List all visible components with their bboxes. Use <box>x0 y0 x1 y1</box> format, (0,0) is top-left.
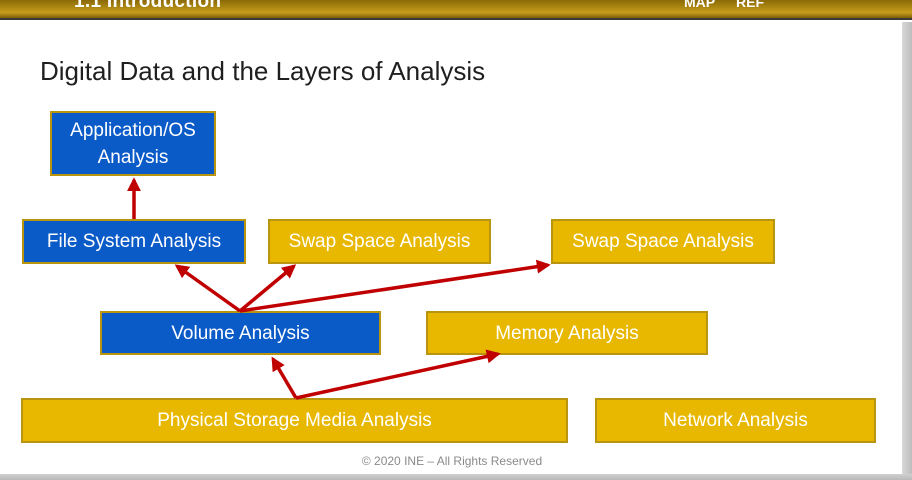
app-os-analysis-box: Application/OS Analysis <box>50 111 216 176</box>
network-analysis-box: Network Analysis <box>595 398 876 443</box>
volume-label: Volume Analysis <box>171 322 310 344</box>
swap-space-label-2: Swap Space Analysis <box>572 231 754 252</box>
network-label: Network Analysis <box>663 410 808 431</box>
slide-bottom-edge <box>0 474 912 480</box>
copyright-footer: © 2020 INE – All Rights Reserved <box>361 454 543 468</box>
app-os-label-line2: Analysis <box>97 146 169 168</box>
file-system-analysis-box: File System Analysis <box>22 219 246 264</box>
memory-label: Memory Analysis <box>495 322 639 344</box>
slide-title: Digital Data and the Layers of Analysis <box>40 56 486 86</box>
slide-right-edge <box>902 22 912 480</box>
memory-analysis-box: Memory Analysis <box>426 311 708 355</box>
physical-storage-label: Physical Storage Media Analysis <box>157 410 432 431</box>
top-banner: 1.1 Introduction MAP REF <box>0 0 912 20</box>
volume-analysis-box: Volume Analysis <box>100 311 381 355</box>
section-title: 1.1 Introduction <box>74 0 222 12</box>
swap-space-analysis-box-2: Swap Space Analysis <box>551 219 775 264</box>
swap-space-label-1: Swap Space Analysis <box>288 231 471 252</box>
ref-link[interactable]: REF <box>736 0 764 10</box>
physical-storage-media-analysis-box: Physical Storage Media Analysis <box>21 398 568 443</box>
file-system-label: File System Analysis <box>46 231 222 252</box>
app-os-label-line1: Application/OS <box>70 119 196 141</box>
map-link[interactable]: MAP <box>684 0 715 10</box>
swap-space-analysis-box-1: Swap Space Analysis <box>268 219 491 264</box>
